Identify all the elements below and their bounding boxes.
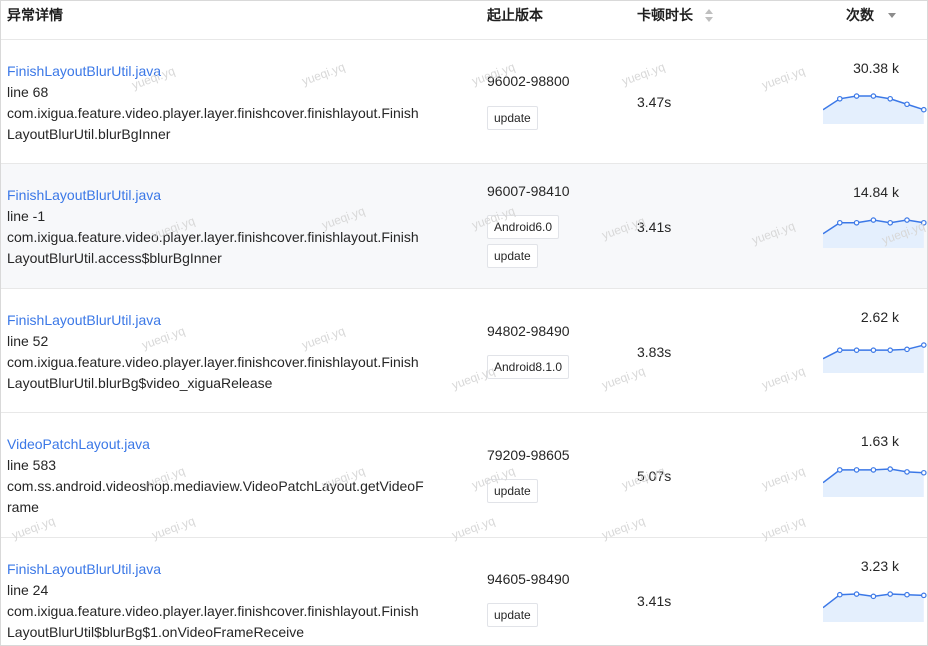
exception-file-link[interactable]: FinishLayoutBlurUtil.java bbox=[7, 61, 447, 82]
trend-sparkline bbox=[823, 466, 927, 497]
exception-stack-continued: rame bbox=[7, 499, 39, 515]
sparkline-point bbox=[870, 347, 877, 353]
sparkline-point bbox=[870, 93, 877, 99]
version-range: 79209-98605 bbox=[487, 447, 570, 463]
occurrence-count: 1.63 k bbox=[860, 433, 899, 449]
exception-stack: com.ss.android.videoshop.mediaview.Video… bbox=[7, 478, 424, 494]
trend-sparkline bbox=[823, 93, 927, 124]
occurrence-count: 2.62 k bbox=[860, 309, 899, 325]
trend-sparkline bbox=[823, 342, 927, 373]
exception-stack: com.ixigua.feature.video.player.layer.fi… bbox=[7, 229, 419, 245]
sparkline-point bbox=[904, 469, 910, 475]
tag-badge: Android8.1.0 bbox=[487, 355, 570, 379]
header-count-sort[interactable]: 次数 bbox=[846, 5, 896, 25]
table-row[interactable]: FinishLayoutBlurUtil.java line -1 com.ix… bbox=[1, 164, 927, 289]
sparkline-point bbox=[870, 593, 877, 600]
table-row[interactable]: FinishLayoutBlurUtil.java line 24 com.ix… bbox=[1, 538, 927, 645]
sparkline-point bbox=[887, 95, 894, 102]
stall-duration: 3.41s bbox=[637, 219, 672, 235]
header-duration-label: 卡顿时长 bbox=[637, 7, 693, 23]
stall-duration: 3.47s bbox=[637, 94, 672, 110]
exception-stack: com.ixigua.feature.video.player.layer.fi… bbox=[7, 105, 419, 121]
version-range: 96007-98410 bbox=[487, 183, 570, 199]
tag-badge: update bbox=[487, 106, 538, 130]
issue-table: 异常详情 起止版本 卡顿时长 次数 FinishLayoutBlurUtil.j… bbox=[0, 0, 928, 646]
stall-duration: 3.41s bbox=[637, 593, 672, 609]
exception-stack-continued: LayoutBlurUtil$blurBg$1.onVideoFrameRece… bbox=[7, 624, 305, 640]
exception-stack-continued: LayoutBlurUtil.blurBg$video_xiguaRelease bbox=[7, 375, 273, 391]
exception-stack-continued: LayoutBlurUtil.blurBgInner bbox=[7, 126, 171, 142]
version-range: 96002-98800 bbox=[487, 73, 570, 89]
header-detail: 异常详情 bbox=[7, 7, 63, 23]
exception-detail: FinishLayoutBlurUtil.java line 52 com.ix… bbox=[7, 310, 447, 394]
exception-detail: FinishLayoutBlurUtil.java line 24 com.ix… bbox=[7, 559, 447, 643]
exception-line: line 52 bbox=[7, 333, 49, 349]
exception-stack-continued: LayoutBlurUtil.access$blurBgInner bbox=[7, 250, 222, 266]
tag-badge: update bbox=[487, 603, 538, 627]
exception-detail: FinishLayoutBlurUtil.java line -1 com.ix… bbox=[7, 185, 447, 269]
sparkline-point bbox=[921, 342, 927, 348]
sparkline-point bbox=[904, 101, 910, 108]
sparkline-point bbox=[836, 347, 843, 353]
exception-file-link[interactable]: FinishLayoutBlurUtil.java bbox=[7, 559, 447, 580]
table-header: 异常详情 起止版本 卡顿时长 次数 bbox=[1, 1, 927, 40]
sparkline-point bbox=[887, 219, 894, 226]
sparkline-point bbox=[870, 467, 877, 473]
sparkline-point bbox=[921, 106, 927, 113]
version-range: 94802-98490 bbox=[487, 323, 570, 339]
sparkline-point bbox=[836, 591, 843, 598]
sparkline-point bbox=[904, 591, 910, 598]
exception-detail: VideoPatchLayout.java line 583 com.ss.an… bbox=[7, 434, 447, 518]
sparkline-point bbox=[836, 467, 843, 473]
sparkline-point bbox=[904, 346, 910, 353]
header-version: 起止版本 bbox=[487, 7, 543, 23]
sparkline-point bbox=[870, 217, 877, 223]
exception-line: line 583 bbox=[7, 457, 57, 473]
exception-line: line 24 bbox=[7, 582, 49, 598]
sparkline-point bbox=[904, 217, 910, 223]
exception-file-link[interactable]: FinishLayoutBlurUtil.java bbox=[7, 310, 447, 331]
exception-file-link[interactable]: VideoPatchLayout.java bbox=[7, 434, 447, 455]
trend-sparkline bbox=[823, 591, 927, 622]
sparkline-point bbox=[921, 219, 927, 226]
sparkline-point bbox=[836, 95, 843, 102]
exception-line: line -1 bbox=[7, 208, 46, 224]
exception-file-link[interactable]: FinishLayoutBlurUtil.java bbox=[7, 185, 447, 206]
exception-detail: FinishLayoutBlurUtil.java line 68 com.ix… bbox=[7, 61, 447, 145]
sparkline-point bbox=[853, 591, 860, 597]
sparkline-point bbox=[853, 93, 860, 99]
table-row[interactable]: VideoPatchLayout.java line 583 com.ss.an… bbox=[1, 413, 927, 538]
sparkline-point bbox=[853, 219, 860, 226]
occurrence-count: 14.84 k bbox=[853, 184, 899, 200]
sparkline-point bbox=[887, 347, 894, 353]
header-duration-sort[interactable]: 卡顿时长 bbox=[637, 5, 714, 25]
sparkline-point bbox=[853, 467, 860, 473]
occurrence-count: 3.23 k bbox=[860, 558, 899, 574]
sparkline-point bbox=[836, 219, 843, 226]
tag-badge: update bbox=[487, 479, 538, 503]
exception-stack: com.ixigua.feature.video.player.layer.fi… bbox=[7, 603, 419, 619]
occurrence-count: 30.38 k bbox=[853, 60, 899, 76]
sort-descending-icon[interactable] bbox=[887, 12, 896, 18]
sort-icon[interactable] bbox=[704, 9, 714, 23]
version-range: 94605-98490 bbox=[487, 571, 570, 587]
sparkline-point bbox=[853, 347, 860, 353]
header-count-label: 次数 bbox=[846, 7, 874, 23]
sparkline-point bbox=[887, 466, 894, 472]
exception-line: line 68 bbox=[7, 84, 49, 100]
tag-badge: Android6.0 bbox=[487, 215, 560, 239]
sparkline-point bbox=[921, 469, 927, 476]
sparkline-point bbox=[921, 592, 927, 599]
exception-stack: com.ixigua.feature.video.player.layer.fi… bbox=[7, 354, 419, 370]
table-row[interactable]: FinishLayoutBlurUtil.java line 68 com.ix… bbox=[1, 40, 927, 164]
trend-sparkline bbox=[823, 217, 927, 248]
stall-duration: 3.83s bbox=[637, 344, 672, 360]
stall-duration: 5.07s bbox=[637, 468, 672, 484]
tag-badge: update bbox=[487, 244, 538, 268]
table-row[interactable]: FinishLayoutBlurUtil.java line 52 com.ix… bbox=[1, 289, 927, 413]
sparkline-point bbox=[887, 591, 894, 597]
